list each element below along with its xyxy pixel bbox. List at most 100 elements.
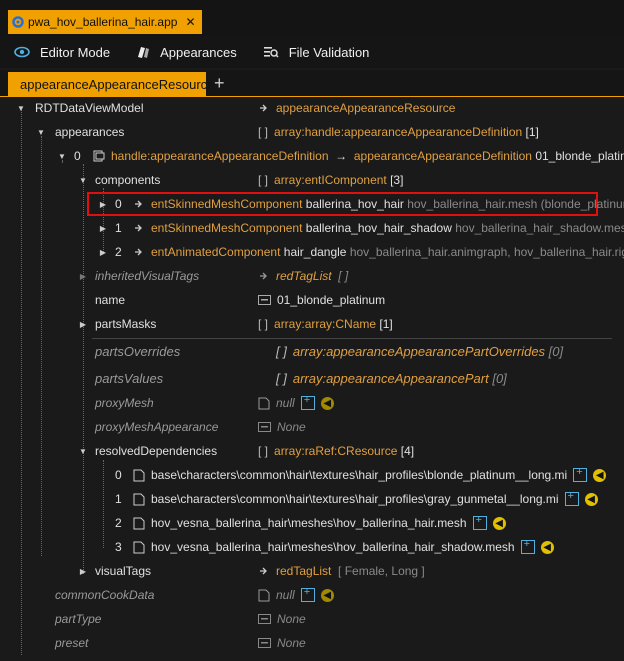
field-label: partType — [55, 612, 102, 626]
tree-row-component-1[interactable]: ▶ 1 entSkinnedMeshComponent ballerina_ho… — [0, 217, 624, 239]
toolbar: Editor Mode Appearances File Validation — [0, 36, 624, 68]
add-resource-icon[interactable] — [300, 586, 315, 602]
value-text[interactable]: None — [277, 636, 306, 650]
tab-appearance-resource[interactable]: appearanceAppearanceResource — [8, 72, 214, 96]
index-label: 3 — [115, 540, 122, 554]
tree-row-parts-overrides[interactable]: partsOverrides [ ] array:appearanceAppear… — [0, 340, 624, 362]
tree-row-appearance-0[interactable]: ▼ 0 handle:appearanceAppearanceDefinitio… — [0, 145, 624, 167]
value-text: [ ] — [338, 269, 349, 283]
tree-row-appearances[interactable]: ▼ appearances [ ] array:handle:appearance… — [0, 121, 624, 143]
expand-icon[interactable]: ▶ — [98, 200, 108, 209]
close-icon[interactable]: ✕ — [185, 15, 195, 29]
type-text: array:array:CName — [274, 317, 377, 331]
tree-row-component-2[interactable]: ▶ 2 entAnimatedComponent hair_dangle hov… — [0, 241, 624, 263]
file-validation-button[interactable]: File Validation — [263, 45, 369, 60]
tree-row-root[interactable]: ▼ RDTDataViewModel appearanceAppearanceR… — [0, 97, 624, 119]
back-arrow-icon[interactable]: ◀ — [593, 468, 607, 482]
tree-row-component-0[interactable]: ▶ 0 entSkinnedMeshComponent ballerina_ho… — [0, 193, 624, 215]
array-icon: [ ] — [276, 343, 287, 359]
tree-row-common-cook-data[interactable]: commonCookData null ◀ — [0, 584, 624, 606]
back-arrow-icon[interactable]: ◀ — [584, 492, 598, 506]
type-text: array:appearanceAppearancePartOverrides — [292, 343, 546, 359]
link-icon — [258, 102, 270, 114]
type-text: redTagList — [276, 269, 332, 283]
resource-icon — [133, 541, 145, 554]
field-label: preset — [55, 636, 89, 650]
tree-row-dependency-0[interactable]: 0 base\characters\common\hair\textures\h… — [0, 464, 624, 486]
expand-icon[interactable]: ▶ — [78, 320, 88, 329]
value-text: null — [276, 588, 295, 602]
array-icon: [ ] — [258, 173, 269, 187]
resource-icon — [258, 589, 270, 602]
value-text[interactable]: None — [277, 420, 306, 434]
tree-row-proxy-mesh-appearance[interactable]: proxyMeshAppearance None — [0, 416, 624, 438]
tree-row-dependency-3[interactable]: 3 hov_vesna_ballerina_hair\meshes\hov_ba… — [0, 536, 624, 558]
expand-icon[interactable]: ▼ — [16, 104, 26, 113]
tag-icon — [258, 270, 270, 282]
back-arrow-icon[interactable]: ◀ — [540, 540, 554, 554]
add-resource-icon[interactable] — [573, 466, 588, 482]
file-tab[interactable]: pwa_hov_ballerina_hair.app ✕ — [8, 10, 202, 34]
index-label: 1 — [115, 221, 122, 235]
expand-icon[interactable]: ▼ — [78, 447, 88, 456]
detail-text: hov_ballerina_hair.animgraph, hov_baller… — [349, 245, 624, 259]
add-resource-icon[interactable] — [564, 490, 579, 506]
name-text: ballerina_hov_hair_shadow — [305, 221, 452, 235]
tree-row-inherited-visual-tags[interactable]: ▶ inheritedVisualTags redTagList [ ] — [0, 265, 624, 287]
tree-row-components[interactable]: ▼ components [ ] array:entIComponent [3] — [0, 169, 624, 191]
back-arrow-icon[interactable]: ◀ — [320, 588, 334, 602]
handle-icon — [93, 150, 105, 162]
value-text[interactable]: 01_blonde_platinum — [277, 293, 385, 307]
back-arrow-icon[interactable]: ◀ — [492, 516, 506, 530]
tree-row-resolved-dependencies[interactable]: ▼ resolvedDependencies [ ] array:raRef:CR… — [0, 440, 624, 462]
index-label: 0 — [74, 149, 81, 163]
expand-icon[interactable]: ▼ — [36, 128, 46, 137]
tree-row-parts-masks[interactable]: ▶ partsMasks [ ] array:array:CName [1] — [0, 313, 624, 335]
path-text: base\characters\common\hair\textures\hai… — [151, 468, 568, 482]
tree-row-dependency-1[interactable]: 1 base\characters\common\hair\textures\h… — [0, 488, 624, 510]
add-resource-icon[interactable] — [472, 514, 487, 530]
expand-icon[interactable]: ▼ — [57, 152, 67, 161]
tree-row-part-type[interactable]: partType None — [0, 608, 624, 630]
array-icon: [ ] — [258, 125, 269, 139]
handle-type: handle:appearanceAppearanceDefinition — [111, 149, 329, 163]
tree-row-name[interactable]: name 01_blonde_platinum — [0, 289, 624, 311]
appearances-label: appearances — [55, 125, 125, 139]
components-label: components — [95, 173, 161, 187]
tag-icon — [258, 565, 270, 577]
type-text: entSkinnedMeshComponent — [151, 197, 303, 211]
link-icon — [133, 222, 145, 234]
index-label: 1 — [115, 492, 122, 506]
index-label: 2 — [115, 516, 122, 530]
count-text: [0] — [492, 370, 507, 386]
count-text: [3] — [390, 173, 404, 187]
appearances-button[interactable]: Appearances — [136, 45, 237, 60]
add-resource-icon[interactable] — [300, 394, 315, 410]
expand-icon[interactable]: ▼ — [78, 176, 88, 185]
expand-icon[interactable]: ▶ — [78, 567, 88, 576]
tree-row-proxy-mesh[interactable]: proxyMesh null ◀ — [0, 392, 624, 414]
expand-icon[interactable]: ▶ — [98, 248, 108, 257]
expand-icon[interactable]: ▶ — [78, 272, 88, 281]
back-arrow-icon[interactable]: ◀ — [320, 396, 334, 410]
add-tab-button[interactable]: + — [214, 73, 225, 94]
value-text[interactable]: None — [277, 612, 306, 626]
string-icon — [258, 422, 271, 432]
expand-icon[interactable]: ▶ — [98, 224, 108, 233]
appearances-icon — [138, 47, 150, 58]
document-tabs: appearanceAppearanceResource + — [0, 70, 624, 97]
link-icon — [133, 198, 145, 210]
root-value: appearanceAppearanceResource — [276, 101, 456, 115]
field-label: partsMasks — [95, 317, 157, 331]
tree-row-preset[interactable]: preset None — [0, 632, 624, 654]
type-text: entSkinnedMeshComponent — [151, 221, 303, 235]
editor-mode-label: Editor Mode — [40, 44, 111, 60]
field-label: resolvedDependencies — [95, 444, 218, 458]
tree-row-visual-tags[interactable]: ▶ visualTags redTagList [ Female, Long ] — [0, 560, 624, 582]
type-text: entAnimatedComponent — [151, 245, 281, 259]
tree-row-parts-values[interactable]: partsValues [ ] array:appearanceAppearanc… — [0, 367, 624, 389]
add-resource-icon[interactable] — [520, 538, 535, 554]
tree-row-dependency-2[interactable]: 2 hov_vesna_ballerina_hair\meshes\hov_ba… — [0, 512, 624, 534]
editor-mode-button[interactable]: Editor Mode — [14, 45, 110, 60]
index-label: 0 — [115, 197, 122, 211]
